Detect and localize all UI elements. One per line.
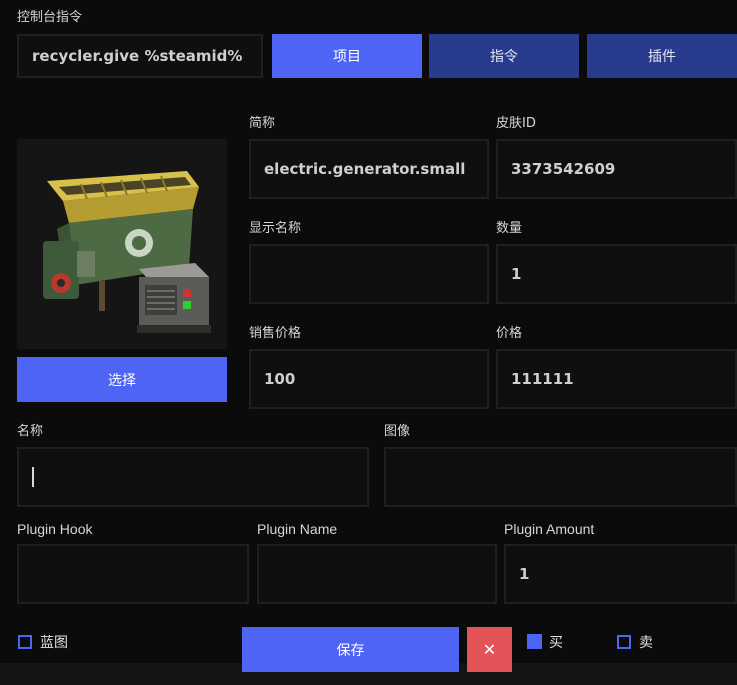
blueprint-checkbox[interactable] (18, 635, 32, 649)
skin-id-label: 皮肤ID (496, 116, 536, 131)
tab-items[interactable]: 项目 (272, 34, 422, 78)
plugin-hook-input[interactable] (17, 544, 249, 604)
shortname-input[interactable]: electric.generator.small (249, 139, 489, 199)
plugin-name-input[interactable] (257, 544, 497, 604)
blueprint-label: 蓝图 (40, 635, 68, 651)
plugin-amount-input[interactable]: 1 (504, 544, 737, 604)
sell-label: 卖 (639, 635, 653, 651)
sell-price-input[interactable]: 100 (249, 349, 489, 409)
save-button[interactable]: 保存 (242, 627, 459, 672)
image-url-input[interactable] (384, 447, 737, 507)
console-command-input[interactable]: recycler.give %steamid% (17, 34, 263, 78)
plugin-hook-label: Plugin Hook (17, 521, 93, 537)
display-name-label: 显示名称 (249, 221, 302, 236)
plugin-name-label: Plugin Name (257, 521, 338, 537)
select-image-button[interactable]: 选择 (17, 357, 227, 402)
display-name-input[interactable] (249, 244, 489, 304)
close-icon: ✕ (482, 640, 497, 659)
image-label: 图像 (384, 424, 411, 439)
buy-checkbox[interactable] (527, 634, 542, 649)
item-image (17, 139, 227, 349)
skin-id-input[interactable]: 3373542609 (496, 139, 737, 199)
plugin-amount-label: Plugin Amount (504, 521, 595, 537)
text-caret (32, 467, 34, 487)
sell-price-label: 销售价格 (249, 326, 302, 341)
name-input[interactable] (17, 447, 369, 507)
sell-checkbox[interactable] (617, 635, 631, 649)
price-label: 价格 (496, 326, 523, 341)
name-label: 名称 (17, 424, 44, 439)
amount-label: 数量 (496, 221, 523, 236)
recycler-image-icon (43, 171, 211, 333)
amount-input[interactable]: 1 (496, 244, 737, 304)
price-input[interactable]: 111111 (496, 349, 737, 409)
console-label: 控制台指令 (17, 10, 83, 25)
close-button[interactable]: ✕ (467, 627, 512, 672)
buy-label: 买 (549, 635, 563, 651)
tab-commands[interactable]: 指令 (429, 34, 579, 78)
tab-plugins[interactable]: 插件 (587, 34, 737, 78)
shortname-label: 简称 (249, 116, 276, 131)
